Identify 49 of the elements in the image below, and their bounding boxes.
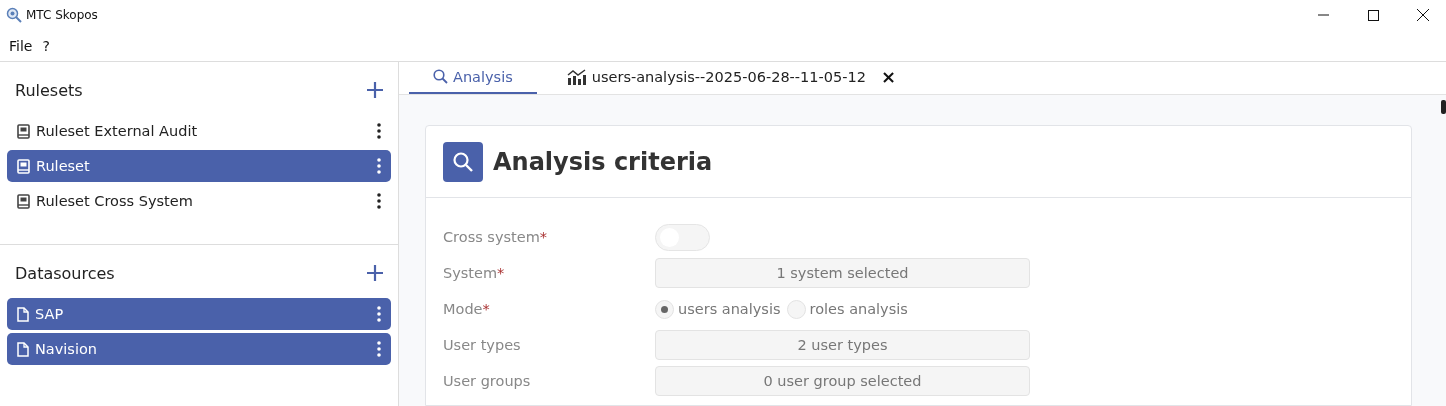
section-title: Datasources [15,263,115,283]
chart-icon [566,68,587,85]
field-label: User types [443,337,521,353]
required-mark: * [539,229,548,245]
file-icon [17,341,29,357]
close-icon [1417,9,1429,21]
field-label: Cross system [443,229,540,245]
plus-icon [367,82,383,98]
list-item[interactable]: Ruleset Cross System [7,185,391,217]
tab[interactable]: Analysis [409,61,537,94]
field-label: User groups [443,373,531,389]
required-mark: * [482,301,490,317]
add-button[interactable] [367,265,383,281]
search-icon [443,141,483,182]
close-tab-button[interactable]: × [876,66,900,87]
radio-label: roles analysis [809,301,908,317]
list-item[interactable]: Ruleset External Audit [7,115,391,147]
add-button[interactable] [367,82,383,98]
section-title: Rulesets [15,80,83,100]
toggle-switch[interactable] [655,223,710,251]
book-icon [17,123,30,139]
book-icon [17,158,30,174]
plus-icon [367,265,383,281]
menu-item[interactable]: File [9,37,33,54]
select-field[interactable]: 1 system selected [655,258,1030,288]
maximize-icon [1367,9,1379,21]
field-label: Mode [443,301,483,317]
more-icon[interactable] [377,123,381,139]
search-icon [433,69,448,84]
book-icon [17,193,30,209]
radio-label: users analysis [678,301,781,317]
select-field[interactable]: 2 user types [655,330,1030,360]
required-mark: * [497,265,505,281]
list-item[interactable]: Navision [7,333,391,365]
more-icon[interactable] [377,193,381,209]
file-icon [17,306,29,322]
minimize-icon [1317,14,1329,16]
radio-button[interactable] [786,299,806,319]
app-logo-icon [6,7,22,23]
list-item[interactable]: SAP [7,298,391,330]
window-title: MTC Skopos [26,8,99,22]
card-title: Analysis criteria [493,147,713,176]
select-field[interactable]: 0 user group selected [655,366,1030,396]
menu-item[interactable]: ? [42,37,50,54]
list-item[interactable]: Ruleset [7,150,391,182]
tab[interactable]: users-analysis--2025-06-28--11-05-12 × [542,61,924,94]
field-label: System [443,265,498,281]
scrollbar-thumb[interactable] [1441,100,1446,114]
radio-button[interactable] [655,299,674,319]
